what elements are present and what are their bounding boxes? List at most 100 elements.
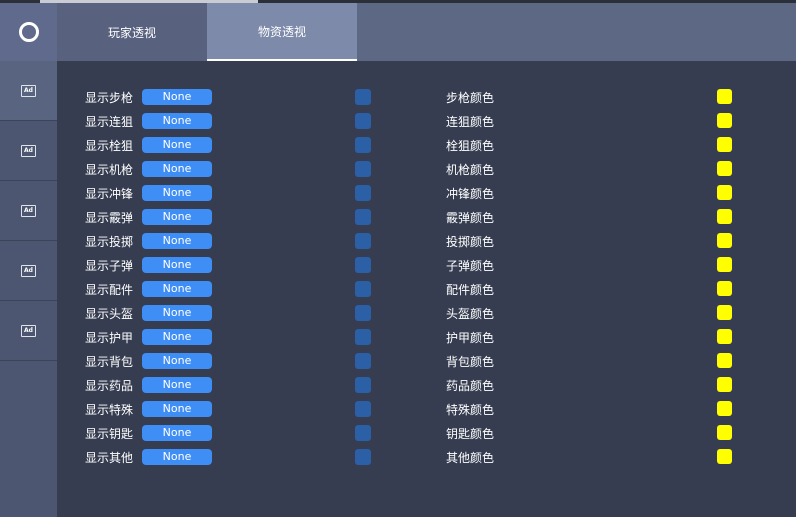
visibility-dropdown[interactable]: None: [142, 161, 212, 177]
visibility-dropdown[interactable]: None: [142, 377, 212, 393]
toggle-checkbox[interactable]: [355, 89, 371, 105]
show-label: 显示钥匙: [85, 427, 134, 441]
toggle-checkbox[interactable]: [355, 113, 371, 129]
show-label: 显示连狙: [85, 115, 134, 129]
color-label: 配件颜色: [446, 283, 495, 297]
visibility-dropdown[interactable]: None: [142, 185, 212, 201]
show-label: 显示头盔: [85, 307, 134, 321]
toggle-checkbox[interactable]: [355, 137, 371, 153]
visibility-dropdown[interactable]: None: [142, 425, 212, 441]
color-swatch[interactable]: [717, 281, 732, 296]
color-swatch[interactable]: [717, 209, 732, 224]
color-swatch[interactable]: [717, 401, 732, 416]
ad-icon: Ad: [21, 264, 36, 277]
toggle-checkbox[interactable]: [355, 209, 371, 225]
color-swatch[interactable]: [717, 377, 732, 392]
color-swatch[interactable]: [717, 89, 732, 104]
ad-icon: Ad: [21, 144, 36, 157]
show-label: 显示投掷: [85, 235, 134, 249]
color-swatch[interactable]: [717, 233, 732, 248]
setting-row: 显示护甲 None 护甲颜色: [57, 329, 796, 347]
color-swatch[interactable]: [717, 161, 732, 176]
visibility-dropdown[interactable]: None: [142, 233, 212, 249]
toggle-checkbox[interactable]: [355, 449, 371, 465]
toggle-checkbox[interactable]: [355, 329, 371, 345]
visibility-dropdown[interactable]: None: [142, 401, 212, 417]
setting-row: 显示特殊 None 特殊颜色: [57, 401, 796, 419]
sidebar-item-4[interactable]: Ad: [0, 241, 57, 301]
color-label: 钥匙颜色: [446, 427, 495, 441]
color-label: 药品颜色: [446, 379, 495, 393]
color-swatch[interactable]: [717, 257, 732, 272]
color-label: 头盔颜色: [446, 307, 495, 321]
sidebar-item-2[interactable]: Ad: [0, 121, 57, 181]
app-window: Ad Ad Ad Ad Ad 玩家透视 物资透视 显示步枪 None 步枪颜色 显示连…: [0, 0, 796, 517]
show-label: 显示护甲: [85, 331, 134, 345]
setting-row: 显示霰弹 None 霰弹颜色: [57, 209, 796, 227]
sidebar: Ad Ad Ad Ad Ad: [0, 3, 57, 517]
toggle-checkbox[interactable]: [355, 233, 371, 249]
show-label: 显示步枪: [85, 91, 134, 105]
sidebar-item-1[interactable]: Ad: [0, 61, 57, 121]
color-swatch[interactable]: [717, 137, 732, 152]
setting-row: 显示背包 None 背包颜色: [57, 353, 796, 371]
toggle-checkbox[interactable]: [355, 161, 371, 177]
color-swatch[interactable]: [717, 329, 732, 344]
color-swatch[interactable]: [717, 305, 732, 320]
setting-row: 显示投掷 None 投掷颜色: [57, 233, 796, 251]
setting-row: 显示药品 None 药品颜色: [57, 377, 796, 395]
visibility-dropdown[interactable]: None: [142, 257, 212, 273]
toggle-checkbox[interactable]: [355, 353, 371, 369]
visibility-dropdown[interactable]: None: [142, 329, 212, 345]
color-label: 背包颜色: [446, 355, 495, 369]
color-swatch[interactable]: [717, 113, 732, 128]
visibility-dropdown[interactable]: None: [142, 209, 212, 225]
show-label: 显示背包: [85, 355, 134, 369]
show-label: 显示特殊: [85, 403, 134, 417]
visibility-dropdown[interactable]: None: [142, 449, 212, 465]
color-label: 连狙颜色: [446, 115, 495, 129]
setting-row: 显示头盔 None 头盔颜色: [57, 305, 796, 323]
setting-row: 显示机枪 None 机枪颜色: [57, 161, 796, 179]
setting-row: 显示冲锋 None 冲锋颜色: [57, 185, 796, 203]
show-label: 显示药品: [85, 379, 134, 393]
visibility-dropdown[interactable]: None: [142, 305, 212, 321]
visibility-dropdown[interactable]: None: [142, 113, 212, 129]
toggle-checkbox[interactable]: [355, 305, 371, 321]
color-label: 其他颜色: [446, 451, 495, 465]
ad-icon: Ad: [21, 84, 36, 97]
color-label: 投掷颜色: [446, 235, 495, 249]
ad-icon: Ad: [21, 204, 36, 217]
show-label: 显示机枪: [85, 163, 134, 177]
color-label: 特殊颜色: [446, 403, 495, 417]
show-label: 显示其他: [85, 451, 134, 465]
color-swatch[interactable]: [717, 425, 732, 440]
setting-row: 显示其他 None 其他颜色: [57, 449, 796, 467]
setting-row: 显示钥匙 None 钥匙颜色: [57, 425, 796, 443]
tab-item-esp[interactable]: 物资透视: [207, 3, 357, 61]
setting-row: 显示连狙 None 连狙颜色: [57, 113, 796, 131]
toggle-checkbox[interactable]: [355, 377, 371, 393]
color-swatch[interactable]: [717, 449, 732, 464]
toggle-checkbox[interactable]: [355, 425, 371, 441]
setting-row: 显示子弹 None 子弹颜色: [57, 257, 796, 275]
visibility-dropdown[interactable]: None: [142, 89, 212, 105]
color-label: 栓狙颜色: [446, 139, 495, 153]
color-label: 霰弹颜色: [446, 211, 495, 225]
toggle-checkbox[interactable]: [355, 257, 371, 273]
show-label: 显示霰弹: [85, 211, 134, 225]
color-swatch[interactable]: [717, 185, 732, 200]
color-swatch[interactable]: [717, 353, 732, 368]
ad-icon: Ad: [21, 324, 36, 337]
sidebar-item-3[interactable]: Ad: [0, 181, 57, 241]
toggle-checkbox[interactable]: [355, 185, 371, 201]
toggle-checkbox[interactable]: [355, 281, 371, 297]
sidebar-item-5[interactable]: Ad: [0, 301, 57, 361]
visibility-dropdown[interactable]: None: [142, 137, 212, 153]
visibility-dropdown[interactable]: None: [142, 353, 212, 369]
tab-bar: 玩家透视 物资透视: [57, 3, 796, 61]
toggle-checkbox[interactable]: [355, 401, 371, 417]
visibility-dropdown[interactable]: None: [142, 281, 212, 297]
logo[interactable]: [0, 3, 57, 61]
tab-player-esp[interactable]: 玩家透视: [57, 3, 207, 61]
